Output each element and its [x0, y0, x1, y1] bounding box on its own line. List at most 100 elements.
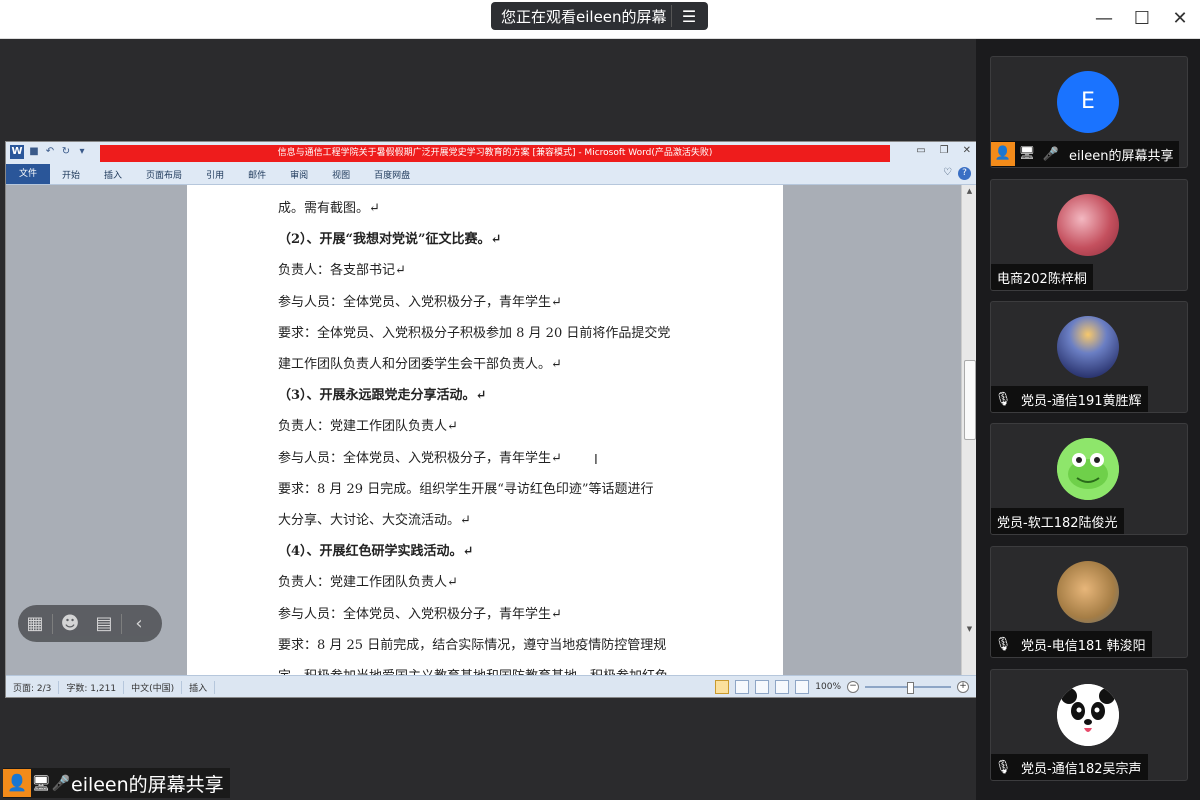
- word-restore-icon[interactable]: ❐: [940, 145, 949, 156]
- scroll-up-icon[interactable]: ▲: [962, 187, 977, 195]
- full-screen-view-button[interactable]: [735, 680, 750, 694]
- tab-home[interactable]: 开始: [50, 168, 92, 181]
- participant-label: 党员-软工182陆俊光: [991, 508, 1124, 534]
- avatar: [1057, 316, 1119, 378]
- avatar: [1057, 684, 1119, 746]
- save-icon[interactable]: ■: [28, 146, 40, 158]
- zoom-knob[interactable]: [907, 682, 914, 694]
- participant-tile[interactable]: 党员-软工182陆俊光: [990, 423, 1188, 535]
- participant-tile[interactable]: 🎙 党员-电信181 韩浚阳: [990, 546, 1188, 658]
- word-title-bar: W ■ ↶ ↻ ▾ 信息与通信工程学院关于暑假假期广泛开展党史学习教育的方案 […: [6, 142, 977, 164]
- collapse-icon[interactable]: ‹: [122, 613, 156, 634]
- microphone-icon: 🎤: [51, 774, 71, 792]
- quick-access-toolbar: W ■ ↶ ↻ ▾: [10, 145, 88, 159]
- avatar: [1057, 438, 1119, 500]
- tab-view[interactable]: 视图: [320, 168, 362, 181]
- tab-page-layout[interactable]: 页面布局: [134, 168, 194, 181]
- document-page[interactable]: I 成。需有截图。↵ （2）、开展“我想对党说”征文比赛。↵ 负责人：各支部书记↵ 参…: [187, 185, 783, 675]
- mic-muted-icon: 🎙: [994, 391, 1012, 407]
- print-layout-view-button[interactable]: [715, 680, 730, 694]
- menu-icon[interactable]: ☰: [672, 7, 706, 26]
- participant-tile[interactable]: 电商202陈梓桐: [990, 179, 1188, 291]
- document-line[interactable]: 建工作团队负责人和分团委学生会干部负责人。↵: [278, 353, 562, 372]
- text-cursor-icon: I: [594, 453, 598, 468]
- language-indicator[interactable]: 中文(中国): [124, 680, 183, 694]
- participant-tile[interactable]: 🎙 党员-通信182吴宗声: [990, 669, 1188, 781]
- document-line[interactable]: 参与人员：全体党员、入党积极分子，青年学生↵: [278, 603, 562, 622]
- help-icon[interactable]: ?: [958, 167, 971, 180]
- panda-avatar-icon: [1057, 684, 1119, 746]
- mic-muted-icon: 🎙: [994, 759, 1012, 775]
- document-line[interactable]: （4）、开展红色研学实践活动。↵: [278, 540, 473, 559]
- close-icon[interactable]: ✕: [1168, 6, 1192, 30]
- word-window-controls: ▭ ❐ ✕: [916, 145, 971, 156]
- document-line[interactable]: 参与人员：全体党员、入党积极分子，青年学生↵: [278, 447, 562, 466]
- scroll-down-icon[interactable]: ▼: [962, 625, 977, 633]
- tab-insert[interactable]: 插入: [92, 168, 134, 181]
- draft-view-button[interactable]: [795, 680, 810, 694]
- viewing-indicator[interactable]: 您正在观看eileen的屏幕 ☰: [491, 2, 708, 30]
- sharer-name-tag: 👤 🖥 🎤 eileen的屏幕共享: [3, 768, 230, 798]
- document-area: I 成。需有截图。↵ （2）、开展“我想对党说”征文比赛。↵ 负责人：各支部书记↵ 参…: [6, 185, 961, 675]
- avatar: [1057, 561, 1119, 623]
- avatar: [1057, 194, 1119, 256]
- reaction-toolbar: ▦ ☻ ▤ ‹: [18, 605, 162, 642]
- document-line[interactable]: 要求：8 月 29 日完成。组织学生开展“寻访红色印迹”等话题进行: [278, 478, 654, 497]
- document-line[interactable]: 参与人员：全体党员、入党积极分子，青年学生↵: [278, 291, 562, 310]
- view-zoom-controls: 100% − +: [715, 680, 969, 694]
- tab-review[interactable]: 审阅: [278, 168, 320, 181]
- sharer-name: eileen的屏幕共享: [71, 773, 224, 796]
- participant-name: eileen的屏幕共享: [1069, 148, 1174, 164]
- document-line[interactable]: 定，积极参加当地爱国主义教育基地和国防教育基地，积极参加红色: [278, 665, 668, 675]
- document-line[interactable]: 负责人：党建工作团队负责人↵: [278, 571, 458, 590]
- document-line[interactable]: 负责人：各支部书记↵: [278, 259, 406, 278]
- participant-label: 👤 🖥 🎤 eileen的屏幕共享: [991, 141, 1180, 167]
- participants-panel: E 👤 🖥 🎤 eileen的屏幕共享 电商202陈梓桐 🎙 党员-通信191黄…: [976, 39, 1200, 800]
- zoom-in-icon[interactable]: +: [957, 681, 969, 693]
- document-line[interactable]: 大分享、大讨论、大交流活动。↵: [278, 509, 471, 528]
- participant-name: 党员-软工182陆俊光: [997, 515, 1118, 531]
- insert-mode[interactable]: 插入: [182, 680, 216, 694]
- participant-label: 🎙 党员-通信191黄胜辉: [991, 386, 1148, 412]
- document-line[interactable]: （3）、开展永远跟党走分享活动。↵: [278, 384, 486, 403]
- participant-name: 党员-通信191黄胜辉: [1021, 393, 1142, 409]
- ribbon-right-controls: ♡ ?: [943, 167, 971, 180]
- participant-tile[interactable]: E 👤 🖥 🎤 eileen的屏幕共享: [990, 56, 1188, 168]
- avatar: E: [1057, 71, 1119, 133]
- document-line[interactable]: （2）、开展“我想对党说”征文比赛。↵: [278, 228, 501, 247]
- redo-icon[interactable]: ↻: [60, 146, 72, 158]
- document-line[interactable]: 要求：全体党员、入党积极分子积极参加 8 月 20 日前将作品提交党: [278, 322, 670, 341]
- meeting-title-bar: 您正在观看eileen的屏幕 ☰ — ☐ ✕: [0, 0, 1200, 39]
- window-controls: — ☐ ✕: [1092, 6, 1192, 30]
- zoom-slider[interactable]: [865, 682, 951, 694]
- zoom-level[interactable]: 100%: [815, 682, 841, 692]
- participant-name: 电商202陈梓桐: [997, 271, 1087, 287]
- minimize-icon[interactable]: —: [1092, 6, 1116, 30]
- viewing-text: 您正在观看eileen的屏幕: [501, 7, 667, 26]
- emoji-icon[interactable]: ☻: [53, 613, 87, 634]
- word-close-icon[interactable]: ✕: [963, 145, 971, 156]
- document-line[interactable]: 要求：8 月 25 日前完成，结合实际情况，遵守当地疫情防控管理规: [278, 634, 666, 653]
- maximize-icon[interactable]: ☐: [1130, 6, 1154, 30]
- chat-icon[interactable]: ▤: [87, 613, 121, 634]
- word-count[interactable]: 字数: 1,211: [59, 680, 125, 694]
- zoom-out-icon[interactable]: −: [847, 681, 859, 693]
- tab-mailings[interactable]: 邮件: [236, 168, 278, 181]
- page-indicator[interactable]: 页面: 2/3: [6, 680, 60, 694]
- scroll-thumb[interactable]: [964, 360, 976, 440]
- web-layout-view-button[interactable]: [755, 680, 770, 694]
- tab-references[interactable]: 引用: [194, 168, 236, 181]
- outline-view-button[interactable]: [775, 680, 790, 694]
- ribbon-collapse-icon[interactable]: ♡: [943, 167, 952, 180]
- tab-baidu-netdisk[interactable]: 百度网盘: [362, 168, 422, 181]
- document-line[interactable]: 负责人：党建工作团队负责人↵: [278, 415, 458, 434]
- undo-icon[interactable]: ↶: [44, 146, 56, 158]
- mic-muted-icon: 🎙: [994, 636, 1012, 652]
- word-minimize-icon[interactable]: ▭: [916, 145, 925, 156]
- vertical-scrollbar[interactable]: ▲ ▼: [961, 185, 977, 675]
- customize-icon[interactable]: ▾: [76, 146, 88, 158]
- document-line[interactable]: 成。需有截图。↵: [278, 197, 380, 216]
- apps-icon[interactable]: ▦: [18, 613, 52, 634]
- participant-tile[interactable]: 🎙 党员-通信191黄胜辉: [990, 301, 1188, 413]
- tab-file[interactable]: 文件: [6, 164, 51, 184]
